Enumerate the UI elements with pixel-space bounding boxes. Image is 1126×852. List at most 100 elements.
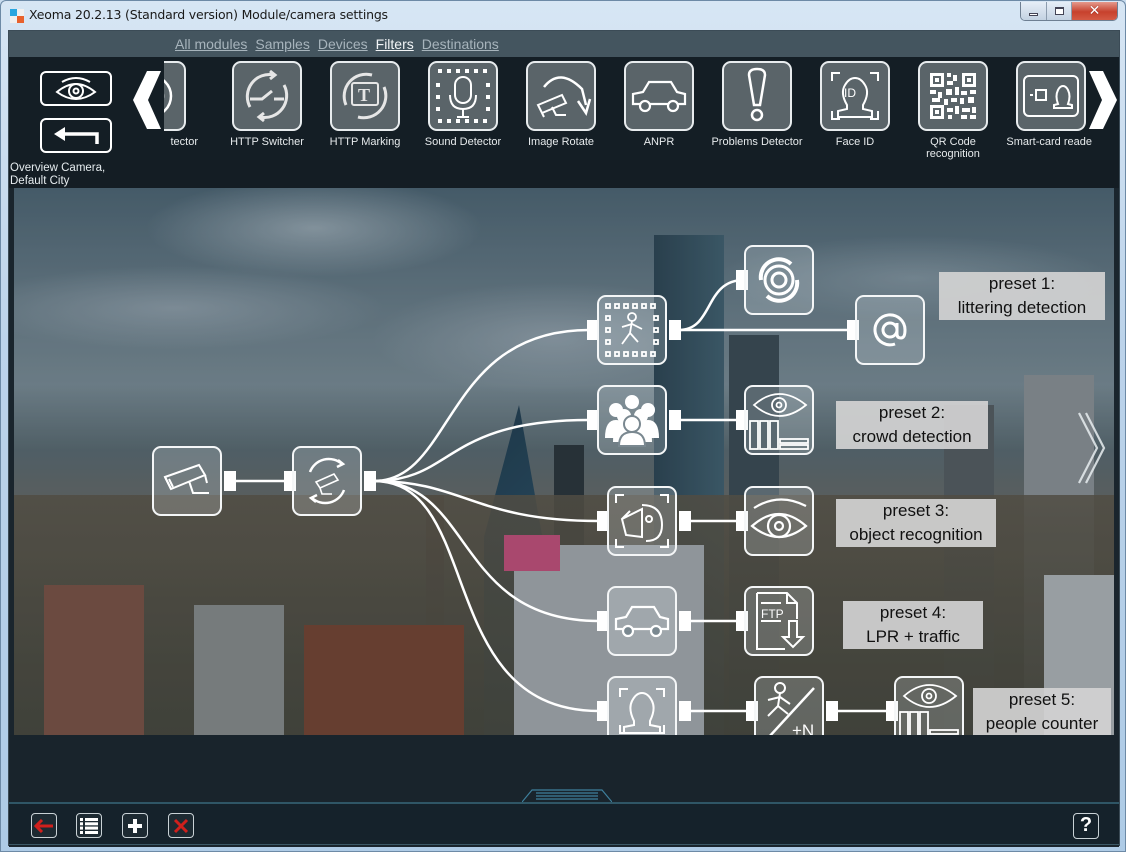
car-icon: [614, 605, 670, 638]
add-button[interactable]: [122, 813, 148, 838]
close-icon: ✕: [1088, 3, 1101, 19]
output-port[interactable]: [679, 511, 691, 531]
motion-detector-node[interactable]: [597, 295, 667, 365]
chevron-left-icon[interactable]: [133, 71, 163, 129]
ftp-upload-node[interactable]: FTP: [744, 586, 814, 656]
tab-destinations[interactable]: Destinations: [422, 36, 499, 52]
red-arrow-left-icon: [34, 818, 53, 833]
preset-2-label: preset 2: crowd detection: [836, 401, 988, 449]
qr-code-icon: [930, 73, 976, 119]
preset-5-label: preset 5: people counter: [973, 688, 1111, 735]
anpr-node[interactable]: [607, 586, 677, 656]
window-title: Xeoma 20.2.13 (Standard version) Module/…: [29, 7, 388, 22]
output-port[interactable]: [224, 471, 236, 491]
back-to-camera-button[interactable]: [40, 118, 112, 153]
people-counter-node[interactable]: +N: [754, 676, 824, 735]
output-port[interactable]: [669, 320, 681, 340]
module-toolbar: Overview Camera, Default City tector HTT…: [9, 57, 1119, 188]
svg-text:+N: +N: [792, 721, 814, 735]
eye-report-icon: [749, 393, 809, 450]
archive-icon: [758, 257, 800, 303]
exclamation-icon: [747, 67, 767, 122]
output-port[interactable]: [364, 471, 376, 491]
output-port[interactable]: [826, 701, 838, 721]
module-anpr[interactable]: ANPR: [614, 61, 712, 161]
eye-icon: [55, 76, 97, 100]
module-strip: tector HTTP Switcher T HTTP Marking Soun…: [164, 61, 1092, 161]
help-button[interactable]: ?: [1073, 813, 1099, 839]
svg-text:ID: ID: [844, 86, 856, 100]
module-face-id[interactable]: ID Face ID: [810, 61, 908, 161]
tab-devices[interactable]: Devices: [318, 36, 368, 52]
camera-source-node[interactable]: [152, 446, 222, 516]
title-bar: Xeoma 20.2.13 (Standard version) Module/…: [1, 1, 1125, 29]
preset-4-label: preset 4: LPR + traffic: [843, 601, 983, 649]
module-http-switcher[interactable]: HTTP Switcher: [222, 61, 320, 161]
maximize-button[interactable]: [1047, 2, 1072, 20]
crowd-icon: [605, 395, 659, 447]
wire-motion-archive: [678, 278, 745, 332]
microphone-icon: [436, 69, 490, 123]
ftp-upload-icon: FTP: [756, 592, 806, 650]
svg-text:FTP: FTP: [761, 607, 784, 621]
close-button[interactable]: ✕: [1072, 2, 1117, 20]
object-recognition-node[interactable]: [607, 486, 677, 556]
wire-preset-4: [373, 479, 600, 623]
return-arrow-icon: [54, 126, 99, 144]
wire-preset-5: [373, 479, 600, 713]
red-x-icon: [173, 818, 189, 833]
email-node[interactable]: [855, 295, 925, 365]
eye-icon: [750, 498, 808, 539]
report-node[interactable]: [894, 676, 964, 735]
maximize-icon: [1054, 7, 1064, 15]
output-port[interactable]: [669, 410, 681, 430]
module-smart-card-reader[interactable]: Smart-card reader: [1006, 61, 1092, 161]
eye-report-icon: [899, 684, 959, 735]
tab-filters[interactable]: Filters: [376, 36, 414, 52]
back-button[interactable]: [31, 813, 57, 838]
output-port[interactable]: [679, 611, 691, 631]
http-marking-icon: T: [342, 72, 388, 120]
plus-icon: [128, 818, 142, 833]
archive-node[interactable]: [744, 245, 814, 315]
delete-button[interactable]: [168, 813, 194, 838]
tab-all-modules[interactable]: All modules: [175, 36, 247, 52]
list-button[interactable]: [76, 813, 102, 838]
app-window: Xeoma 20.2.13 (Standard version) Module/…: [0, 0, 1126, 852]
smart-card-icon: [1023, 75, 1079, 117]
module-motion-detector[interactable]: tector: [164, 61, 204, 161]
chevron-right-icon[interactable]: [1087, 71, 1117, 129]
object-recognition-icon: [615, 494, 669, 548]
scroll-right-chevron-icon[interactable]: [1077, 411, 1107, 485]
camera-icon: [163, 463, 209, 494]
module-image-rotate[interactable]: Image Rotate: [516, 61, 614, 161]
module-tabs-bar: All modules Samples Devices Filters Dest…: [9, 31, 1119, 57]
rotate-camera-icon: [536, 76, 592, 118]
crowd-detector-node[interactable]: [597, 385, 667, 455]
face-id-icon: ID: [831, 72, 879, 120]
face-frame-icon: [619, 688, 665, 734]
camera-name-label: Overview Camera, Default City: [10, 162, 106, 187]
minimize-button[interactable]: [1021, 2, 1047, 20]
motion-detector-icon: [605, 303, 659, 357]
chain-canvas: preset 1: littering detection preset 2: …: [14, 188, 1114, 735]
face-detector-node[interactable]: [607, 676, 677, 735]
people-counter-icon: +N: [767, 682, 815, 735]
module-sound-detector[interactable]: Sound Detector: [418, 61, 516, 161]
car-icon: [631, 80, 687, 113]
tab-samples[interactable]: Samples: [255, 36, 309, 52]
report-node[interactable]: [744, 385, 814, 455]
scheduler-node[interactable]: [292, 446, 362, 516]
module-http-marking[interactable]: T HTTP Marking: [320, 61, 418, 161]
http-switcher-icon: [245, 69, 289, 123]
wire-preset-1: [373, 328, 590, 483]
preset-1-label: preset 1: littering detection: [939, 272, 1105, 320]
motion-detector-icon: [164, 79, 173, 113]
eye-node[interactable]: [744, 486, 814, 556]
camera-preview-button[interactable]: [40, 71, 112, 106]
module-qr-code[interactable]: QR Code recognition: [908, 61, 1006, 161]
module-problems-detector[interactable]: Problems Detector: [711, 61, 810, 161]
output-port[interactable]: [679, 701, 691, 721]
settings-panel: All modules Samples Devices Filters Dest…: [8, 30, 1120, 847]
list-icon: [80, 817, 98, 834]
